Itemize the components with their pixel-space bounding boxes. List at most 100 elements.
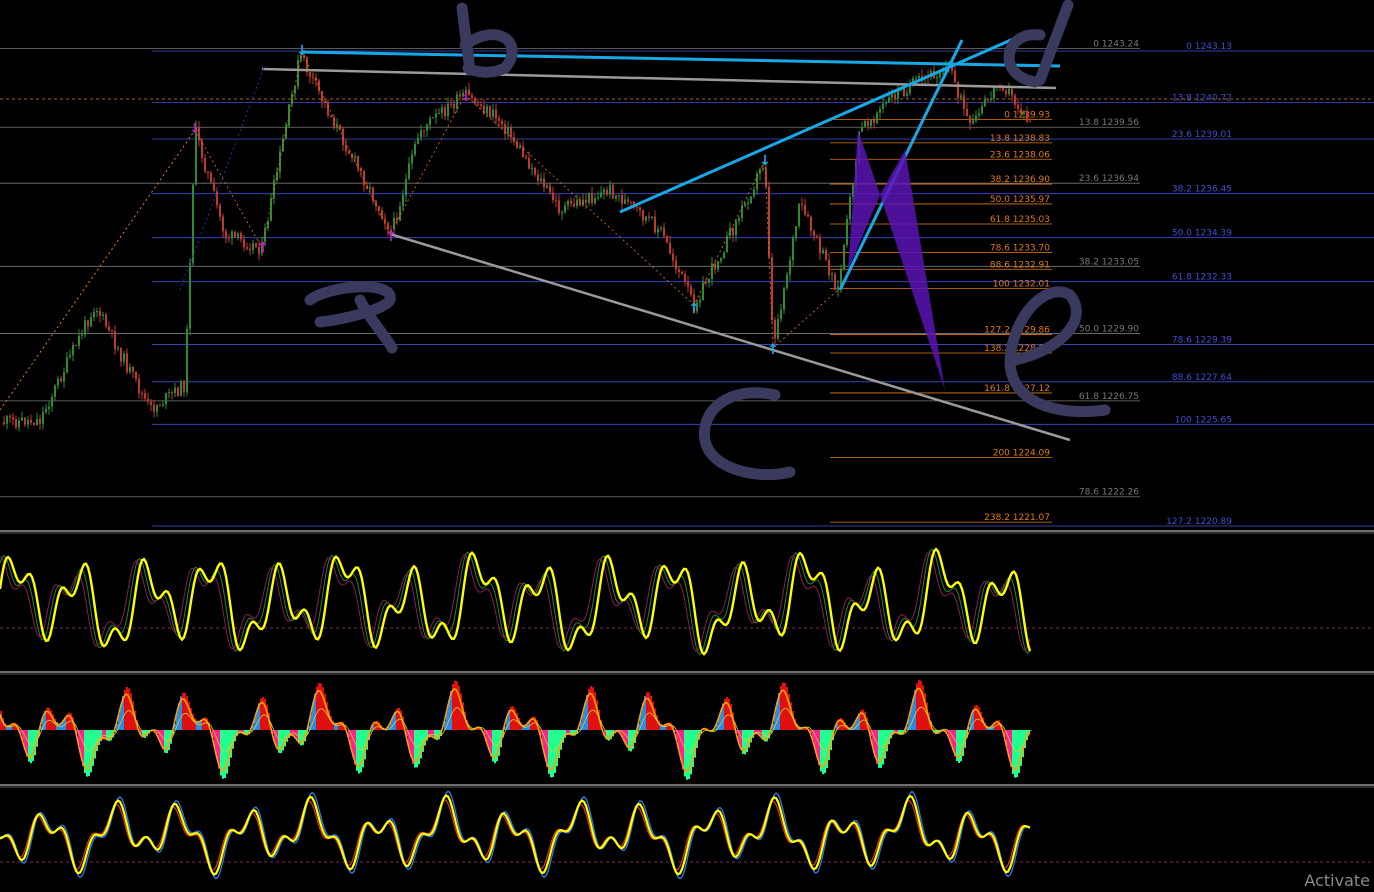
candle-body [660,227,662,230]
fib-blue-level-label: 23.6 1239.01 [1172,130,1232,140]
fib-gray-level-label: 38.2 1233.05 [1079,257,1139,267]
fib-orange-level-label: 238.2 1221.07 [984,513,1050,523]
candle-body [129,366,131,373]
histogram-bar [918,680,920,730]
candle-body [672,253,674,261]
candle-body [213,182,215,191]
candle-body [888,97,890,103]
candle-body [249,248,251,251]
fib-blue-level-label: 61.8 1232.33 [1172,273,1232,283]
candle-body [138,378,140,394]
candle-body [27,419,29,425]
fib-orange-level-label: 100 1232.01 [993,280,1050,290]
candle-body [297,59,299,87]
candle-body [507,127,509,135]
indicator-panels [0,547,1374,880]
swing-arrow-icon: ↓ [189,121,201,137]
candle-body [192,184,194,264]
candle-body [645,216,647,221]
candle-body [876,112,878,123]
candle-body [600,192,602,198]
candle-body [639,207,641,211]
candle-body [78,335,80,346]
candle-body [867,121,869,127]
fib-orange-level-label: 61.8 1235.03 [990,215,1050,225]
candle-body [540,178,542,181]
swing-arrow-icon: ↑ [257,240,269,256]
candle-body [642,210,644,221]
candle-body [90,317,92,327]
candle-body [36,418,38,426]
candle-body [120,347,122,362]
candle-body [732,228,734,236]
candle-body [1008,89,1010,95]
candle-body [207,171,209,173]
fib-gray-level-label: 78.6 1222.26 [1079,488,1139,498]
candle-body [846,218,848,246]
candle-body [381,210,383,219]
candle-body [501,120,503,125]
candle-body [534,167,536,175]
swing-arrow-icon: ↑ [688,301,700,317]
candle-body [978,113,980,116]
fib-blue-level-label: 38.2 1236.45 [1172,185,1232,195]
candle-body [114,331,116,349]
candle-body [624,199,626,204]
candle-body [417,137,419,144]
candle-body [126,353,128,373]
histogram-bar [1014,730,1016,778]
candle-body [591,192,593,204]
histogram-bar [318,682,320,730]
candle-body [663,227,665,237]
candle-body [984,99,986,107]
fib-gray-level-label: 23.6 1236.94 [1079,174,1139,184]
candle-body [75,344,77,346]
candle-body [585,199,587,203]
candle-body [3,422,5,424]
candle-body [456,94,458,109]
price-candles [3,49,1031,432]
candle-body [228,237,230,239]
histogram-bar [1016,730,1018,778]
swing-arrow-icon: ↑ [385,229,397,245]
candle-body [816,235,818,237]
swing-arrow-icon: ↓ [759,153,771,169]
fib-orange-level-label: 78.6 1233.70 [990,243,1050,253]
candle-body [654,216,656,233]
candle-body [453,103,455,109]
candle-body [81,334,83,336]
candle-body [339,124,341,129]
candle-body [225,231,227,238]
candle-body [717,261,719,270]
candle-body [786,274,788,289]
trading-chart[interactable]: 0 1243.24 13.8 1239.56 23.6 1236.94 38.2 12… [0,0,1374,892]
candle-body [648,216,650,218]
candle-body [45,408,47,412]
candle-body [885,102,887,104]
histogram-bar [456,681,458,730]
candle-body [1005,90,1007,95]
candle-body [636,206,638,208]
candle-body [777,319,779,339]
candle-body [18,420,20,428]
fib-blue-level-label: 78.6 1229.39 [1172,335,1232,345]
candle-body [474,97,476,104]
candle-body [792,237,794,261]
candle-body [594,198,596,204]
candle-body [990,98,992,100]
candle-body [348,151,350,154]
candle-body [177,387,179,396]
candle-body [231,231,233,239]
oscillator-main [0,794,1031,876]
fib-blue-level-label: 13.8 1240.72 [1172,93,1232,103]
candle-body [522,146,524,157]
candle-body [237,233,239,238]
candle-body [495,109,497,119]
candle-body [342,128,344,145]
candle-body [828,259,830,276]
candle-body [825,249,827,260]
histogram-bar [822,730,824,775]
candle-body [606,189,608,195]
candle-body [975,115,977,121]
candle-body [450,103,452,105]
